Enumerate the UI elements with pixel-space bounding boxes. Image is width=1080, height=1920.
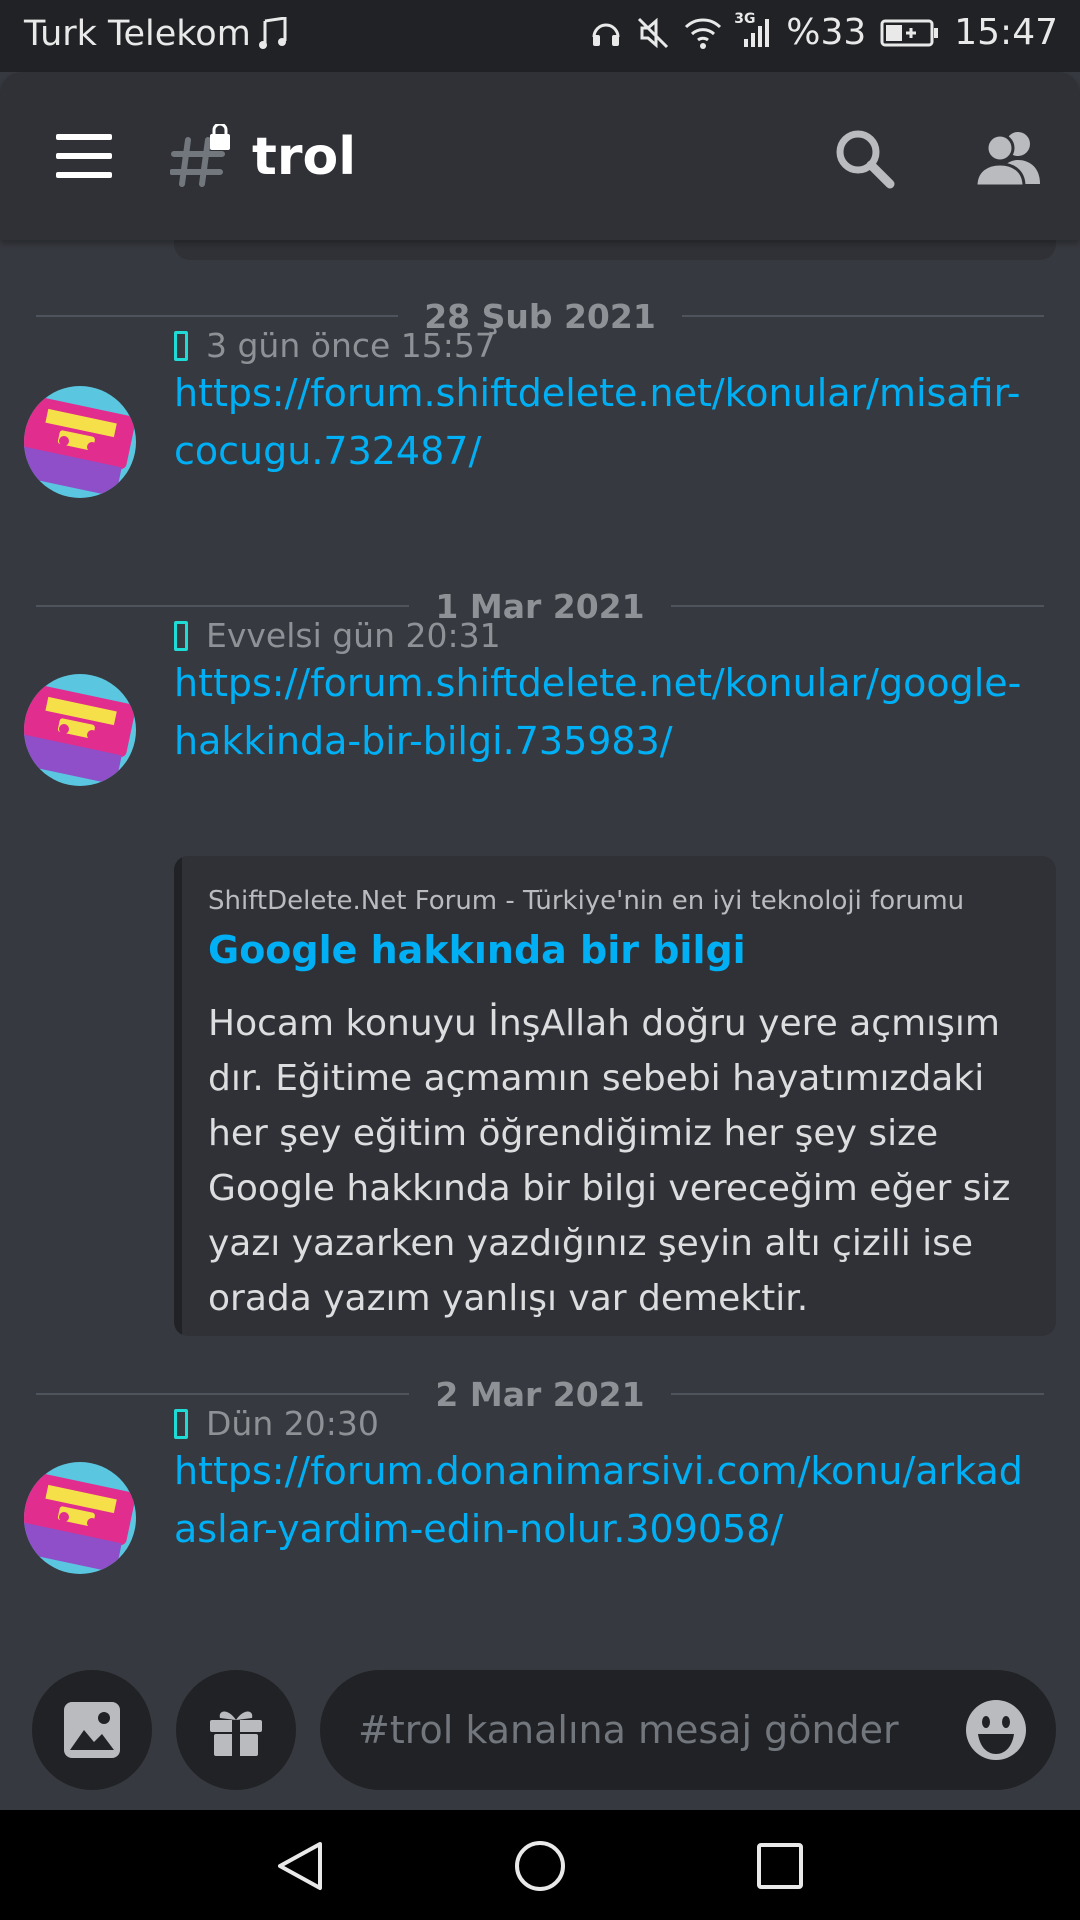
signal-icon: 3G: [734, 11, 772, 49]
avatar[interactable]: [24, 674, 136, 786]
message-list[interactable]: 28 Şub 2021 3 gün önce 15:57 https://for…: [0, 240, 1080, 1660]
channel-header: trol: [0, 72, 1080, 240]
music-note-icon: [258, 17, 289, 51]
message-composer: #trol kanalına mesaj gönder: [0, 1660, 1080, 1810]
embed-provider[interactable]: ShiftDelete.Net Forum - Türkiye'nin en i…: [208, 886, 964, 916]
message-input-placeholder: #trol kanalına mesaj gönder: [358, 1708, 899, 1752]
attach-image-button[interactable]: [32, 1670, 152, 1790]
locked-hash-icon: [169, 122, 236, 190]
channel-title: trol: [252, 127, 357, 187]
message-link[interactable]: https://forum.shiftdelete.net/konular/mi…: [174, 364, 1034, 480]
back-icon[interactable]: [272, 1838, 328, 1894]
status-left: Turk Telekom: [24, 14, 289, 54]
headphones-icon: [590, 17, 622, 49]
carrier-label: Turk Telekom: [24, 14, 251, 54]
embed-description: Hocam konuyu İnşAllah doğru yere açmışım…: [208, 1003, 1011, 1319]
embed-accent-bar: [174, 856, 182, 1336]
wifi-icon: [684, 17, 722, 49]
system-nav-bar: [0, 1810, 1080, 1920]
bot-badge-icon: [174, 1408, 188, 1439]
status-bar: Turk Telekom 3G %33 15:47: [0, 0, 1080, 72]
message-input[interactable]: #trol kanalına mesaj gönder: [320, 1670, 1056, 1790]
embed-title[interactable]: Google hakkında bir bilgi: [208, 928, 746, 972]
cassette-avatar-icon: [24, 1462, 136, 1574]
message-timestamp: 3 gün önce 15:57: [206, 326, 496, 365]
menu-icon[interactable]: [56, 134, 112, 178]
bot-badge-icon: [174, 620, 188, 651]
search-icon[interactable]: [832, 126, 896, 190]
home-icon[interactable]: [512, 1838, 568, 1894]
cassette-avatar-icon: [24, 386, 136, 498]
network-type: 3G: [734, 10, 756, 27]
bot-badge-icon: [174, 330, 188, 361]
message-meta: Evvelsi gün 20:31: [174, 616, 501, 655]
gift-icon: [210, 1711, 262, 1756]
date-divider-label: 2 Mar 2021: [435, 1374, 645, 1414]
message-link[interactable]: https://forum.shiftdelete.net/konular/go…: [174, 654, 1034, 770]
image-icon: [64, 1702, 120, 1758]
mute-icon: [636, 16, 670, 50]
avatar[interactable]: [24, 1462, 136, 1574]
battery-charging-icon: [880, 18, 940, 48]
message-meta: 3 gün önce 15:57: [174, 326, 496, 365]
message-meta: Dün 20:30: [174, 1404, 379, 1443]
previous-embed: [174, 240, 1056, 260]
status-right: 3G %33 15:47: [590, 11, 1058, 53]
gift-button[interactable]: [176, 1670, 296, 1790]
message-link[interactable]: https://forum.donanimarsivi.com/konu/ark…: [174, 1442, 1034, 1558]
avatar[interactable]: [24, 386, 136, 498]
message-timestamp: Dün 20:30: [206, 1404, 379, 1443]
members-icon[interactable]: [972, 126, 1044, 190]
cassette-avatar-icon: [24, 674, 136, 786]
recents-icon[interactable]: [752, 1838, 808, 1894]
clock: 15:47: [954, 12, 1058, 53]
link-embed[interactable]: ShiftDelete.Net Forum - Türkiye'nin en i…: [174, 856, 1056, 1336]
emoji-icon[interactable]: [964, 1698, 1028, 1762]
message-timestamp: Evvelsi gün 20:31: [206, 616, 501, 655]
battery-percent: %33: [786, 12, 867, 53]
